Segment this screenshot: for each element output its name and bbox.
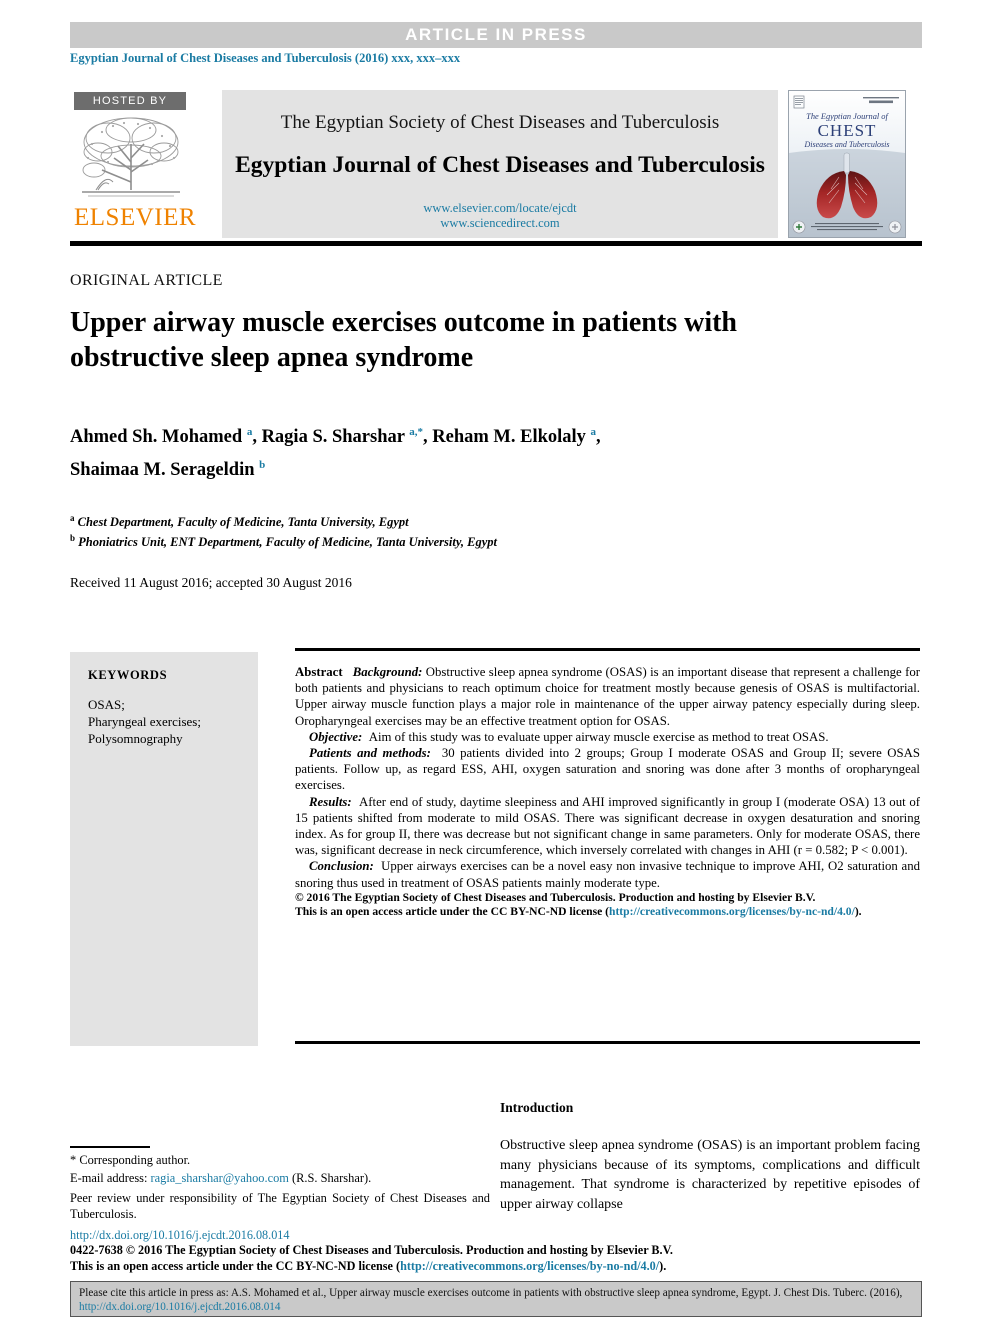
email-note: E-mail address: ragia_sharshar@yahoo.com… xyxy=(70,1170,490,1186)
affiliation-b: b Phoniatrics Unit, ENT Department, Facu… xyxy=(70,533,498,550)
keywords-heading: KEYWORDS xyxy=(88,668,168,682)
svg-text:CHEST: CHEST xyxy=(818,121,877,140)
email-owner: (R.S. Sharshar). xyxy=(292,1171,372,1185)
peer-review-note: Peer review under responsibility of The … xyxy=(70,1191,490,1221)
journal-reference: Egyptian Journal of Chest Diseases and T… xyxy=(70,51,461,65)
abstract-objective-label: Objective: xyxy=(309,729,363,744)
corresponding-author-note: * Corresponding author. xyxy=(70,1152,490,1168)
author-email-link[interactable]: ragia_sharshar@yahoo.com xyxy=(151,1171,289,1185)
elsevier-tree-icon xyxy=(78,112,184,204)
issn-copyright-line: 0422-7638 © 2016 The Egyptian Society of… xyxy=(70,1243,673,1258)
author-line-1: Ahmed Sh. Mohamed a, Ragia S. Sharshar a… xyxy=(70,426,601,448)
abstract-results-label: Results: xyxy=(309,794,352,809)
bottom-license-link[interactable]: http://creativecommons.org/licenses/by-n… xyxy=(400,1259,659,1273)
affiliation-a: a Chest Department, Faculty of Medicine,… xyxy=(70,513,409,530)
abstract-copyright-text: © 2016 The Egyptian Society of Chest Dis… xyxy=(295,890,816,904)
bottom-license-prefix: This is an open access article under the… xyxy=(70,1258,401,1273)
keyword-item: Polysomnography xyxy=(88,731,183,746)
cite-this-article-text: Please cite this article in press as: A.… xyxy=(71,1282,921,1314)
affiliations: a Chest Department, Faculty of Medicine,… xyxy=(70,510,770,550)
bottom-license-line: This is an open access article under the… xyxy=(70,1259,930,1274)
abstract-bottom-rule xyxy=(295,1041,920,1044)
abstract-background-label: Background: xyxy=(352,665,423,679)
doi-link[interactable]: http://dx.doi.org/10.1016/j.ejcdt.2016.0… xyxy=(70,1228,930,1243)
abstract-body: Abstract Background: Obstructive sleep a… xyxy=(295,664,920,920)
masthead-bottom-rule xyxy=(70,241,922,246)
masthead-urls: www.elsevier.com/locate/ejcdt www.scienc… xyxy=(222,201,778,231)
footnote-separator-rule xyxy=(70,1146,150,1148)
sciencedirect-link[interactable]: www.sciencedirect.com xyxy=(222,216,778,231)
abstract-objective-paragraph: Objective: Aim of this study was to eval… xyxy=(295,729,920,745)
abstract-methods-label: Patients and methods: xyxy=(309,746,431,761)
abstract-conclusion-label: Conclusion: xyxy=(309,859,374,874)
journal-cover-thumbnail: The Egyptian Journal of CHEST Diseases a… xyxy=(788,90,906,238)
elsevier-wordmark: ELSEVIER xyxy=(74,204,197,231)
masthead: HOSTED BY ELSEVIER The Egyptian Society … xyxy=(70,90,922,240)
article-in-press-banner: ARTICLE IN PRESS xyxy=(70,22,922,48)
abstract-license-prefix: This is an open access article under the… xyxy=(295,905,609,919)
author-line-2: Shaimaa M. Serageldin b xyxy=(70,459,266,481)
article-in-press-label: ARTICLE IN PRESS xyxy=(405,25,587,44)
svg-text:The Egyptian Journal of: The Egyptian Journal of xyxy=(806,112,889,121)
abstract-top-rule xyxy=(295,648,920,651)
abstract-methods-paragraph: Patients and methods: 30 patients divide… xyxy=(295,745,920,794)
creative-commons-license-link[interactable]: http://creativecommons.org/licenses/by-n… xyxy=(609,905,855,918)
introduction-heading: Introduction xyxy=(500,1100,574,1115)
svg-text:Diseases and Tuberculosis: Diseases and Tuberculosis xyxy=(803,140,889,149)
masthead-center: The Egyptian Society of Chest Diseases a… xyxy=(222,90,778,238)
abstract-conclusion-text: Upper airways exercises can be a novel e… xyxy=(295,859,920,890)
journal-name: Egyptian Journal of Chest Diseases and T… xyxy=(235,152,765,178)
cite-doi-link[interactable]: http://dx.doi.org/10.1016/j.ejcdt.2016.0… xyxy=(79,1301,280,1313)
bottom-copyright-block: http://dx.doi.org/10.1016/j.ejcdt.2016.0… xyxy=(70,1228,930,1274)
abstract-license-suffix: ). xyxy=(854,905,862,919)
author-list: Ahmed Sh. Mohamed a, Ragia S. Sharshar a… xyxy=(70,418,860,484)
abstract-background-paragraph: Abstract Background: Obstructive sleep a… xyxy=(295,664,920,729)
abstract-objective-text: Aim of this study was to evaluate upper … xyxy=(368,729,829,744)
abstract-copyright-line: © 2016 The Egyptian Society of Chest Dis… xyxy=(295,891,920,906)
elsevier-hosted-block: HOSTED BY ELSEVIER xyxy=(70,90,197,238)
elsevier-locate-link[interactable]: www.elsevier.com/locate/ejcdt xyxy=(222,201,778,216)
cite-this-article-box: Please cite this article in press as: A.… xyxy=(70,1281,922,1317)
email-label: E-mail address: xyxy=(70,1171,148,1185)
hosted-by-label: HOSTED BY xyxy=(74,92,186,110)
keywords-box: KEYWORDS OSAS; Pharyngeal exercises; Pol… xyxy=(70,652,258,1046)
article-type-kicker: ORIGINAL ARTICLE xyxy=(70,272,223,289)
abstract-license-line: This is an open access article under the… xyxy=(295,905,920,920)
keyword-item: OSAS; xyxy=(88,697,125,712)
bottom-license-suffix: ). xyxy=(659,1258,667,1273)
footnotes: * Corresponding author. E-mail address: … xyxy=(70,1152,490,1224)
asterisk-marker: * xyxy=(70,1153,77,1167)
introduction-paragraph: Obstructive sleep apnea syndrome (OSAS) … xyxy=(500,1138,920,1212)
keywords-list: OSAS; Pharyngeal exercises; Polysomnogra… xyxy=(88,696,258,747)
society-name: The Egyptian Society of Chest Diseases a… xyxy=(280,112,720,133)
paper-page: ARTICLE IN PRESS Egyptian Journal of Che… xyxy=(0,0,992,1323)
page-title: Upper airway muscle exercises outcome in… xyxy=(70,307,737,373)
abstract-results-text: After end of study, daytime sleepiness a… xyxy=(295,794,920,858)
received-accepted-dates: Received 11 August 2016; accepted 30 Aug… xyxy=(70,575,352,590)
abstract-results-paragraph: Results: After end of study, daytime sle… xyxy=(295,794,920,859)
corresponding-author-text: Corresponding author. xyxy=(79,1153,191,1167)
abstract-label: Abstract xyxy=(295,665,343,679)
cite-text-part1: Please cite this article in press as: A.… xyxy=(79,1287,903,1299)
abstract-conclusion-paragraph: Conclusion: Upper airways exercises can … xyxy=(295,858,920,890)
keyword-item: Pharyngeal exercises; xyxy=(88,714,201,729)
